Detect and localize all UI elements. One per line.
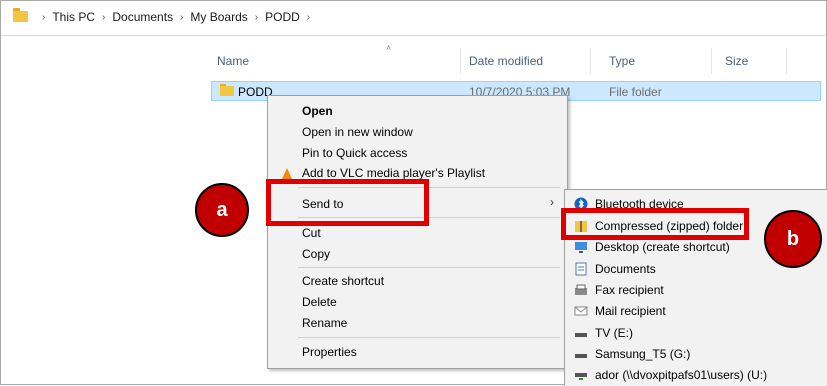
mail-icon <box>574 304 588 316</box>
column-header-name[interactable]: Name <box>217 54 249 68</box>
vlc-cone-icon <box>282 168 292 179</box>
documents-icon <box>574 262 588 276</box>
chevron-right-icon[interactable]: › <box>102 12 105 23</box>
address-bar[interactable]: › This PC › Documents › My Boards › PODD… <box>1 1 826 36</box>
drive-icon <box>574 347 588 359</box>
annotation-marker-a: a <box>195 183 249 237</box>
highlight-box-compressed <box>561 208 749 240</box>
context-menu: Open Open in new window Pin to Quick acc… <box>267 95 568 369</box>
chevron-right-icon: › <box>550 195 554 209</box>
chevron-right-icon[interactable]: › <box>180 12 183 23</box>
send-to-mail[interactable]: Mail recipient <box>595 304 666 318</box>
menu-item-copy[interactable]: Copy <box>302 247 330 261</box>
annotation-marker-b: b <box>764 210 822 268</box>
column-divider[interactable] <box>711 48 712 74</box>
menu-item-delete[interactable]: Delete <box>302 295 337 309</box>
drive-icon <box>574 326 588 338</box>
menu-item-open-new-window[interactable]: Open in new window <box>302 125 413 139</box>
breadcrumb-podd[interactable]: PODD <box>265 10 300 24</box>
file-type: File folder <box>609 85 662 99</box>
fax-icon <box>574 283 588 295</box>
column-divider[interactable] <box>590 48 591 74</box>
menu-item-open[interactable]: Open <box>302 104 333 118</box>
folder-icon <box>220 84 234 96</box>
send-to-samsung-drive[interactable]: Samsung_T5 (G:) <box>595 347 690 361</box>
column-divider[interactable] <box>460 48 461 74</box>
column-header-size[interactable]: Size <box>725 54 748 68</box>
menu-separator <box>298 337 560 338</box>
chevron-right-icon[interactable]: › <box>307 12 310 23</box>
menu-item-properties[interactable]: Properties <box>302 345 357 359</box>
menu-item-cut[interactable]: Cut <box>302 226 321 240</box>
menu-item-create-shortcut[interactable]: Create shortcut <box>302 274 384 288</box>
menu-item-pin-quick-access[interactable]: Pin to Quick access <box>302 146 407 160</box>
send-to-fax[interactable]: Fax recipient <box>595 283 664 297</box>
network-drive-icon <box>574 368 588 380</box>
sort-ascending-icon: ˄ <box>386 43 392 53</box>
breadcrumb: › This PC › Documents › My Boards › PODD… <box>35 10 317 24</box>
column-header-date[interactable]: Date modified <box>469 54 543 68</box>
send-to-desktop[interactable]: Desktop (create shortcut) <box>595 240 730 254</box>
breadcrumb-this-pc[interactable]: This PC <box>52 10 95 24</box>
send-to-tv-drive[interactable]: TV (E:) <box>595 326 633 340</box>
chevron-right-icon[interactable]: › <box>255 12 258 23</box>
menu-item-rename[interactable]: Rename <box>302 316 347 330</box>
column-header-type[interactable]: Type <box>609 54 635 68</box>
breadcrumb-documents[interactable]: Documents <box>112 10 173 24</box>
column-divider[interactable] <box>786 48 787 74</box>
menu-separator <box>298 267 560 268</box>
menu-item-vlc-playlist[interactable]: Add to VLC media player's Playlist <box>302 166 485 180</box>
send-to-network-drive[interactable]: ador (\\dvoxpitpafs01\users) (U:) <box>595 368 767 382</box>
chevron-right-icon: › <box>42 11 46 23</box>
folder-icon <box>13 8 28 22</box>
send-to-documents[interactable]: Documents <box>595 262 656 276</box>
column-header-row: ˄ Name Date modified Type Size <box>1 43 826 74</box>
highlight-box-send-to <box>266 179 429 226</box>
desktop-icon <box>574 240 588 253</box>
breadcrumb-my-boards[interactable]: My Boards <box>190 10 247 24</box>
